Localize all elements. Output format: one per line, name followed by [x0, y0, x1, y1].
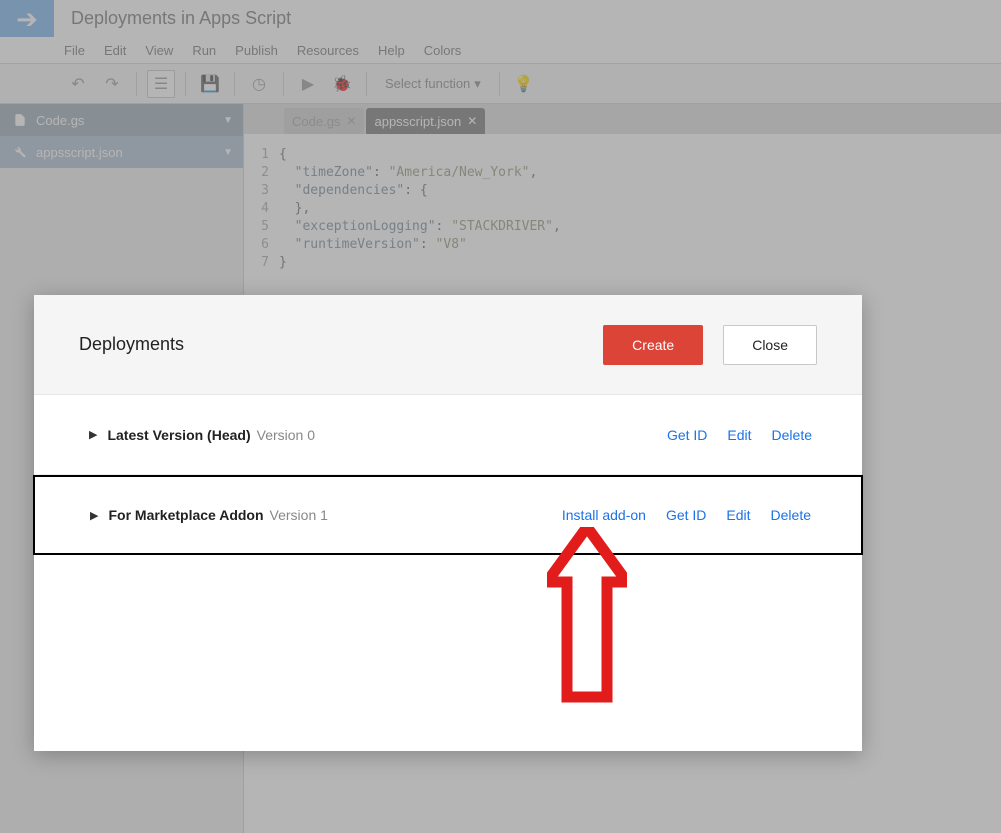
expand-icon[interactable]: ▶	[90, 509, 98, 522]
dialog-body: ▶ Latest Version (Head) Version 0 Get ID…	[34, 395, 862, 751]
deployment-name: For Marketplace Addon	[108, 507, 263, 523]
deployments-dialog: Deployments Create Close ▶ Latest Versio…	[34, 295, 862, 751]
delete-link[interactable]: Delete	[772, 427, 812, 443]
deployment-row: ▶ Latest Version (Head) Version 0 Get ID…	[34, 395, 862, 475]
get-id-link[interactable]: Get ID	[667, 427, 707, 443]
deployment-version: Version 1	[270, 507, 328, 523]
delete-link[interactable]: Delete	[771, 507, 811, 523]
dialog-title: Deployments	[79, 334, 184, 355]
deployment-actions: Install add-on Get ID Edit Delete	[562, 507, 811, 523]
edit-link[interactable]: Edit	[726, 507, 750, 523]
deployment-name: Latest Version (Head)	[107, 427, 250, 443]
edit-link[interactable]: Edit	[727, 427, 751, 443]
deployment-version: Version 0	[257, 427, 315, 443]
create-button[interactable]: Create	[603, 325, 703, 365]
get-id-link[interactable]: Get ID	[666, 507, 706, 523]
install-addon-link[interactable]: Install add-on	[562, 507, 646, 523]
deployment-actions: Get ID Edit Delete	[667, 427, 812, 443]
close-button[interactable]: Close	[723, 325, 817, 365]
expand-icon[interactable]: ▶	[89, 428, 97, 441]
deployment-row: ▶ For Marketplace Addon Version 1 Instal…	[33, 475, 863, 555]
dialog-header: Deployments Create Close	[34, 295, 862, 395]
